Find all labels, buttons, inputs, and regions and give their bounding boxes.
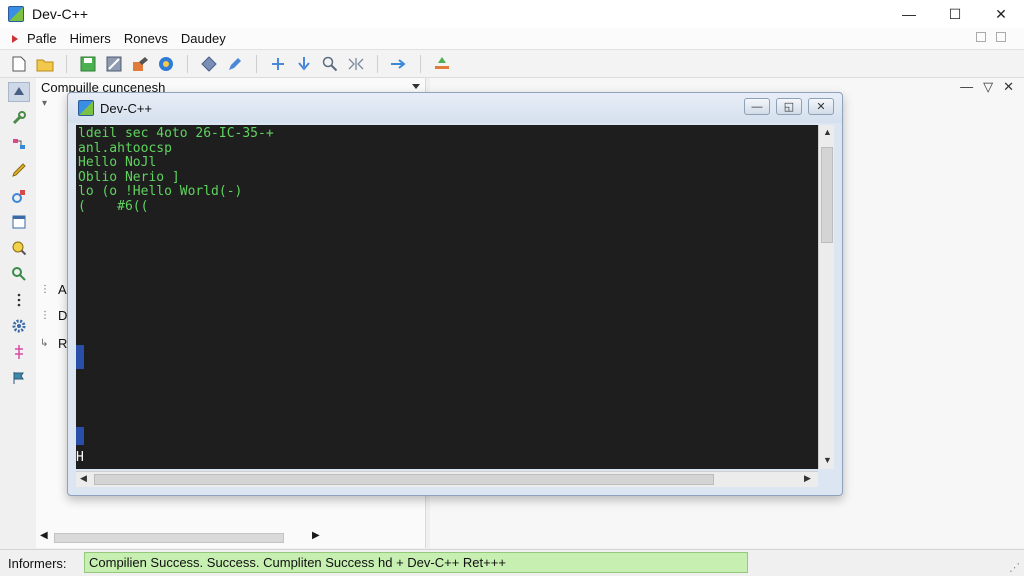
menubar-right-controls <box>976 32 1006 42</box>
console-line: anl.ahtoocsp <box>78 140 172 156</box>
status-message: Compilien Success. Success. Cumpliten Su… <box>84 552 748 573</box>
scroll-right-icon[interactable]: ▶ <box>312 530 320 541</box>
move-icon[interactable] <box>269 55 287 73</box>
pin-icon[interactable] <box>8 342 30 362</box>
right-panel-controls: — ▽ ✕ <box>960 79 1014 95</box>
console-prompt: H <box>76 450 84 465</box>
window-icon[interactable] <box>8 212 30 232</box>
debug-icon[interactable] <box>200 55 218 73</box>
toolbar-separator <box>66 54 67 73</box>
menu-bar: Pafle Himers Ronevs Daudey <box>0 28 1024 50</box>
wrench-icon[interactable] <box>8 108 30 128</box>
new-file-icon[interactable] <box>10 55 28 73</box>
selection-marker <box>76 427 84 445</box>
console-line: ( #6(( <box>78 198 149 214</box>
build-icon[interactable] <box>433 55 451 73</box>
filter-icon[interactable]: ▽ <box>983 79 993 95</box>
main-toolbar <box>0 50 1024 78</box>
open-folder-icon[interactable] <box>36 55 54 73</box>
minimize-panel-icon[interactable]: — <box>960 79 973 95</box>
title-bar: Dev-C++ — ☐ ✕ <box>0 0 1024 28</box>
down-arrow-icon[interactable] <box>295 55 313 73</box>
status-label: Informers: <box>8 555 67 571</box>
scroll-left-icon[interactable]: ◀ <box>80 473 87 484</box>
compile-icon[interactable] <box>131 55 149 73</box>
toolbar-separator <box>377 54 378 73</box>
console-title: Dev-C++ <box>100 100 153 116</box>
toolbar-separator <box>420 54 421 73</box>
zoom-icon[interactable] <box>321 55 339 73</box>
split-icon[interactable] <box>347 55 365 73</box>
console-line: lo (o !Hello World(-) <box>78 184 243 200</box>
console-close-button[interactable]: ✕ <box>808 98 834 115</box>
status-bar: Informers: Compilien Success. Success. C… <box>0 549 1024 576</box>
console-minimize-button[interactable]: — <box>744 98 770 115</box>
scroll-right-icon[interactable]: ▶ <box>804 473 811 484</box>
menu-arrow-icon <box>12 34 18 43</box>
pencil-icon[interactable] <box>8 160 30 180</box>
scroll-left-icon[interactable]: ◀ <box>40 530 48 541</box>
close-button[interactable]: ✕ <box>978 0 1024 28</box>
menu-item-view[interactable]: Ronevs <box>120 31 177 46</box>
forward-icon[interactable] <box>390 55 408 73</box>
tree-item-label: A <box>58 282 67 297</box>
left-panel-scrollbar[interactable]: ◀ ▶ <box>36 530 326 546</box>
console-vertical-scrollbar[interactable]: ▲ ▼ <box>818 125 834 469</box>
window-controls: — ☐ ✕ <box>886 0 1024 28</box>
app-icon <box>78 100 94 116</box>
project-icon[interactable] <box>8 82 30 102</box>
selection-marker <box>76 345 84 369</box>
search-icon[interactable] <box>8 238 30 258</box>
tree-row-r[interactable]: ↳ R <box>40 336 67 351</box>
app-icon <box>8 6 24 22</box>
app-title: Dev-C++ <box>32 6 89 22</box>
toolbar-separator <box>187 54 188 73</box>
minimize-button[interactable]: — <box>886 0 932 28</box>
tree-node-icon: ⋮ <box>40 284 50 295</box>
console-maximize-button[interactable]: ◱ <box>776 98 802 115</box>
left-vertical-toolbar <box>5 80 33 390</box>
console-line: Oblio Nerio ] <box>78 169 180 185</box>
chevron-down-icon[interactable] <box>412 84 420 89</box>
scrollbar-thumb[interactable] <box>54 533 284 543</box>
link-icon[interactable] <box>8 186 30 206</box>
maximize-button[interactable]: ☐ <box>932 0 978 28</box>
edit-icon[interactable] <box>226 55 244 73</box>
tree-row-d[interactable]: ⋮ D <box>40 308 67 323</box>
resize-grip-icon[interactable]: ⋰ <box>1009 561 1020 574</box>
save-icon[interactable] <box>79 55 97 73</box>
toolbar-separator <box>256 54 257 73</box>
menu-item-edit[interactable]: Himers <box>66 31 120 46</box>
tree-node-icon: ↳ <box>40 338 49 349</box>
console-line: Hello NoJl <box>78 155 157 171</box>
console-title-bar[interactable]: Dev-C++ — ◱ ✕ <box>68 93 842 123</box>
tree-item-label: D <box>58 308 68 323</box>
tree-item-label: R <box>58 336 68 351</box>
box-icon[interactable] <box>996 32 1006 42</box>
flag-icon[interactable] <box>8 368 30 388</box>
console-horizontal-scrollbar[interactable]: ◀ ▶ <box>76 471 818 487</box>
save-all-icon[interactable] <box>105 55 123 73</box>
scrollbar-thumb[interactable] <box>94 474 714 485</box>
scrollbar-thumb[interactable] <box>821 147 833 243</box>
scroll-down-icon[interactable]: ▼ <box>823 455 832 465</box>
tree-node-icon: ⋮ <box>40 310 50 321</box>
run-icon[interactable] <box>157 55 175 73</box>
close-panel-icon[interactable]: ✕ <box>1003 79 1014 95</box>
console-line: ldeil sec 4oto 26-IC-35-+ <box>78 126 274 141</box>
tree-collapse-icon[interactable]: ▾ <box>42 98 54 109</box>
tree-row-a[interactable]: ⋮ A <box>40 282 67 297</box>
scroll-up-icon[interactable]: ▲ <box>823 127 832 137</box>
more-icon[interactable] <box>8 290 30 310</box>
menu-item-file[interactable]: Pafle <box>23 31 66 46</box>
menu-item-debug[interactable]: Daudey <box>177 31 235 46</box>
gear-icon[interactable] <box>8 316 30 336</box>
find-icon[interactable] <box>8 264 30 284</box>
tree-row[interactable]: ▾ <box>42 98 54 109</box>
console-window-controls: — ◱ ✕ <box>744 98 834 115</box>
class-icon[interactable] <box>8 134 30 154</box>
restore-icon[interactable] <box>976 32 986 42</box>
console-window: Dev-C++ — ◱ ✕ ldeil sec 4oto 26-IC-35-+ … <box>67 92 843 496</box>
console-output[interactable]: ldeil sec 4oto 26-IC-35-+ anl.ahtoocsp H… <box>76 125 818 469</box>
